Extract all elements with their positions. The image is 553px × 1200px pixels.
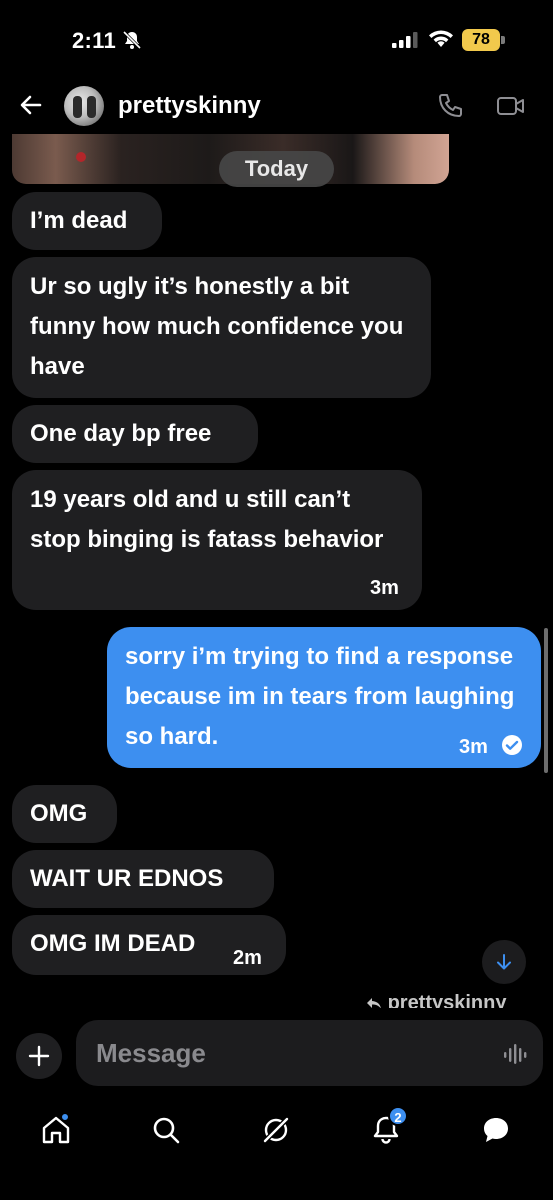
read-receipt-check-icon xyxy=(502,735,522,755)
video-call-icon[interactable] xyxy=(496,94,526,118)
date-separator: Today xyxy=(219,151,334,187)
grok-icon xyxy=(263,1117,289,1143)
cellular-signal-icon xyxy=(392,32,418,48)
reply-arrow-icon xyxy=(367,998,381,1008)
message-bubble-received[interactable]: OMG IM DEAD 2m xyxy=(12,915,286,975)
message-bubble-received[interactable]: OMG xyxy=(12,785,117,843)
message-text: I’m dead xyxy=(30,207,128,234)
message-timestamp: 3m xyxy=(459,736,488,758)
home-unread-dot xyxy=(60,1112,70,1122)
voice-message-icon[interactable] xyxy=(502,1042,528,1066)
chat-header: prettyskinny xyxy=(0,80,553,134)
bell-off-icon xyxy=(122,30,142,50)
back-arrow-icon[interactable] xyxy=(18,92,44,118)
add-attachment-button[interactable] xyxy=(16,1033,62,1079)
message-bubble-received[interactable]: WAIT UR EDNOS xyxy=(12,850,274,908)
plus-icon xyxy=(28,1045,50,1067)
wifi-icon xyxy=(429,30,453,47)
message-text: 19 years old and u still can’t stop bing… xyxy=(30,486,384,553)
tab-messages[interactable] xyxy=(476,1110,516,1150)
messages-icon xyxy=(484,1118,508,1142)
phone-call-icon[interactable] xyxy=(436,92,464,120)
avatar[interactable] xyxy=(64,86,104,126)
contact-name[interactable]: prettyskinny xyxy=(118,92,261,120)
tab-search[interactable] xyxy=(146,1110,186,1150)
message-timestamp: 3m xyxy=(370,577,399,599)
tab-home[interactable] xyxy=(36,1110,76,1150)
reply-indicator-label: prettyskinny xyxy=(387,992,507,1008)
status-time: 2:11 xyxy=(72,28,117,53)
battery-level: 78 xyxy=(462,29,500,51)
message-text: OMG xyxy=(30,800,88,827)
message-input[interactable] xyxy=(76,1020,543,1086)
message-bubble-received[interactable]: I’m dead xyxy=(12,192,162,250)
message-text: Ur so ugly it’s honestly a bit funny how… xyxy=(30,273,404,380)
message-bubble-received[interactable]: Ur so ugly it’s honestly a bit funny how… xyxy=(12,257,431,398)
bottom-tab-bar: 2 xyxy=(0,1100,553,1200)
reply-indicator: prettyskinny xyxy=(366,992,507,1008)
search-icon xyxy=(153,1117,180,1144)
scroll-indicator[interactable] xyxy=(544,628,548,773)
battery-indicator: 78 xyxy=(462,29,506,51)
message-bubble-sent[interactable]: sorry i’m trying to find a response beca… xyxy=(107,627,541,768)
arrow-down-icon xyxy=(497,954,511,970)
tab-notifications[interactable]: 2 xyxy=(366,1106,408,1150)
status-bar: 2:11 78 xyxy=(0,0,553,80)
scroll-to-bottom-button[interactable] xyxy=(482,940,526,984)
notification-count-badge: 2 xyxy=(388,1106,408,1126)
message-text: WAIT UR EDNOS xyxy=(30,865,224,892)
battery-tip xyxy=(501,36,505,44)
message-timestamp: 2m xyxy=(233,947,262,969)
message-text: One day bp free xyxy=(30,420,212,447)
tab-grok[interactable] xyxy=(256,1110,296,1150)
message-bubble-received[interactable]: 19 years old and u still can’t stop bing… xyxy=(12,470,422,610)
message-bubble-received[interactable]: One day bp free xyxy=(12,405,258,463)
